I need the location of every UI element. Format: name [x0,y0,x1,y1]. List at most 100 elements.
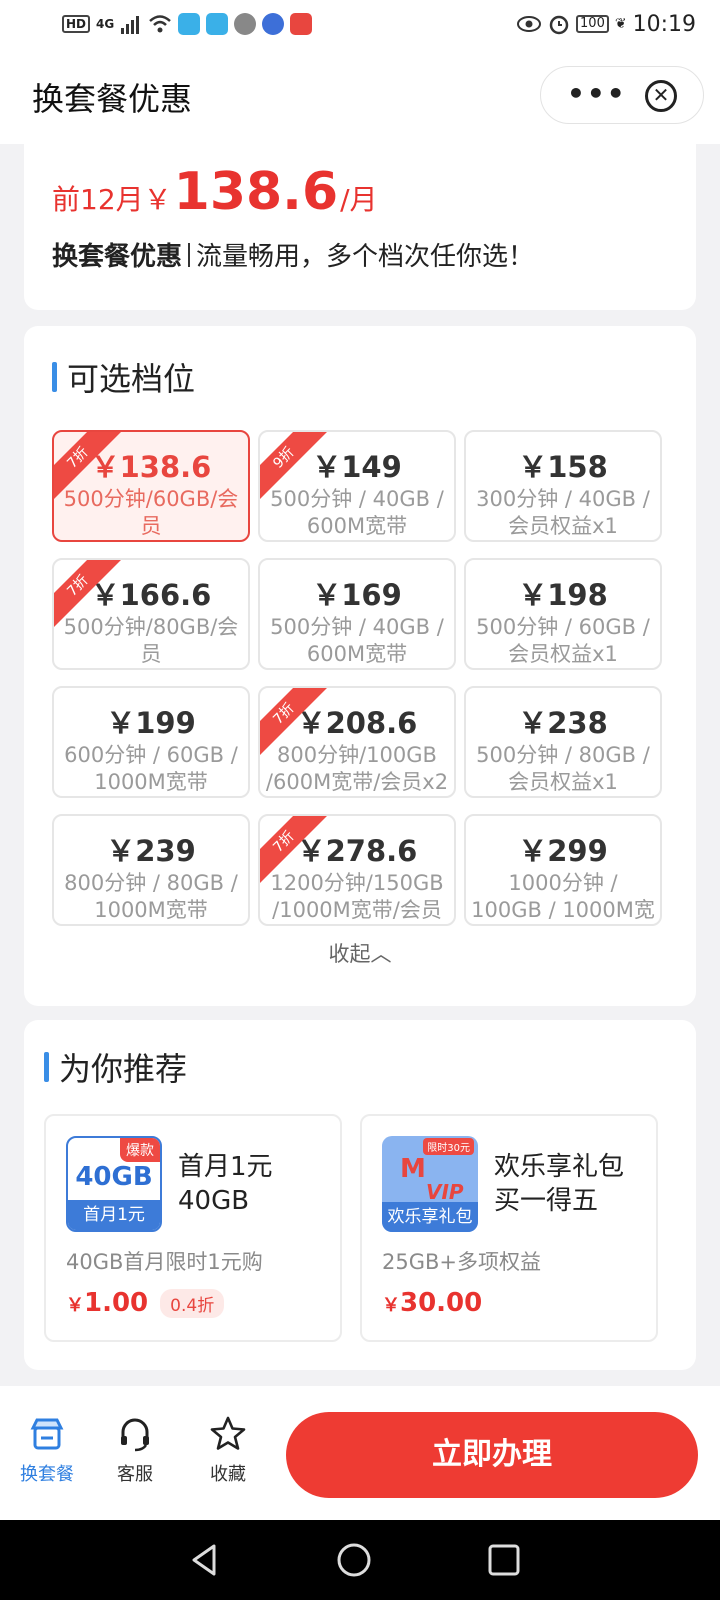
tier-description: 500分钟/80GB/会员 [63,615,239,666]
hot-badge: 爆款 [120,1138,160,1162]
product-image-vip: VIP [426,1180,464,1204]
product-name: 欢乐享礼包 买一得五 [494,1152,625,1216]
hero-desc-text: 流量畅用，多个档次任你选！ [196,242,535,272]
product-name: 首月1元 40GB [178,1152,273,1216]
leaf-icon: ❦ [614,16,627,32]
section-accent-bar [52,362,57,392]
currency-symbol: ￥ [66,1295,84,1316]
hero-card: 前12月￥ 138.6 /月 换套餐优惠 流量畅用，多个档次任你选！ [24,144,696,310]
hero-price-prefix: 前12月￥ [52,183,172,216]
headset-icon [121,1418,149,1452]
currency-symbol: ￥ [382,1295,400,1316]
clock: 10:19 [632,11,696,37]
home-icon[interactable] [334,1540,374,1580]
product-card[interactable]: 爆款 40GB 首月1元 首月1元 40GB 40GB首月限时1元购 ￥ 1.0… [44,1114,342,1342]
nav-item-favorite[interactable]: 收藏 [193,1414,263,1486]
network-type: 4G [96,17,115,31]
product-image-band: 欢乐享礼包 [382,1202,478,1232]
tier-option[interactable]: ￥199 600分钟 / 60GB / 1000M宽带 [52,686,250,798]
tier-description: 500分钟/60GB/会员 [63,487,239,538]
tier-price: ￥239 [106,834,196,868]
tier-options-card: 可选档位 ￥138.6 500分钟/60GB/会员 7折 ￥149 500分钟 / 40… [24,326,696,1006]
signal-icon [121,16,140,34]
product-image-text: 40GB [75,1162,153,1192]
product-card[interactable]: 限时30元 M VIP 欢乐享礼包 欢乐享礼包 买一得五 25GB+多项权益 ￥… [360,1114,658,1342]
section-title-text: 可选档位 [67,360,196,398]
status-bar: HD 4G 100 ❦ 10:19 [0,0,720,48]
hero-description: 换套餐优惠 流量畅用，多个档次任你选！ [52,236,534,273]
section-title-text: 为你推荐 [59,1050,188,1088]
product-price: ￥ 30.00 [382,1288,482,1318]
tier-description: 500分钟 / 60GB / 会员权益x1 [476,615,650,666]
apply-now-button[interactable]: 立即办理 [286,1412,698,1498]
tier-price: ￥158 [518,450,608,484]
red-packet-icon [290,13,313,35]
product-image: 爆款 40GB 首月1元 [66,1136,162,1232]
product-image-logo: M [400,1154,426,1184]
collapse-button[interactable]: 收起︿ [24,938,696,968]
tier-price: ￥169 [312,578,402,612]
battery-indicator: 100 [576,15,609,33]
wifi-icon [149,15,172,33]
tier-description: 500分钟 / 40GB / 600M宽带 [270,487,444,538]
tier-option[interactable]: ￥198 500分钟 / 60GB / 会员权益x1 [464,558,662,670]
more-dots-icon[interactable]: ••• [567,77,627,110]
tier-option[interactable]: ￥166.6 500分钟/80GB/会员 7折 [52,558,250,670]
price-value: 30.00 [400,1288,483,1318]
hd-indicator: HD [62,15,91,33]
tier-price: ￥199 [106,706,196,740]
app-notification-icon [206,13,229,35]
hero-desc-title: 换套餐优惠 [52,242,183,272]
tier-option[interactable]: ￥138.6 500分钟/60GB/会员 7折 [52,430,250,542]
back-icon[interactable] [184,1540,224,1580]
system-navigation-bar [0,1520,720,1600]
product-image: 限时30元 M VIP 欢乐享礼包 [382,1136,478,1232]
tier-price: ￥198 [518,578,608,612]
tier-description: 500分钟 / 80GB / 会员权益x1 [476,743,650,794]
title-bar: 换套餐优惠 ••• ✕ [0,48,720,144]
shop-icon [30,1418,64,1450]
recents-icon[interactable] [484,1540,524,1580]
close-circle-icon[interactable]: ✕ [645,80,677,112]
tier-option[interactable]: ￥2991000分钟 / 100GB / 1000M宽带 [464,814,662,926]
nav-item-service[interactable]: 客服 [100,1414,170,1486]
section-accent-bar [44,1052,49,1082]
product-subtitle: 40GB首月限时1元购 [66,1250,263,1274]
product-price: ￥ 1.00 0.4折 [66,1288,225,1318]
tier-option[interactable]: ￥169 500分钟 / 40GB / 600M宽带 [258,558,456,670]
tier-option[interactable]: ￥149 500分钟 / 40GB / 600M宽带 9折 [258,430,456,542]
product-image-band: 首月1元 [68,1200,160,1230]
hero-price: 前12月￥ 138.6 /月 [52,162,378,222]
product-subtitle: 25GB+多项权益 [382,1250,541,1274]
bottom-action-bar: 换套餐 客服 收藏 立即办理 [0,1386,720,1520]
nav-item-plan[interactable]: 换套餐 [12,1414,82,1486]
price-value: 1.00 [84,1288,149,1318]
section-title: 为你推荐 [44,1044,187,1090]
tier-option[interactable]: ￥208.6 800分钟/100GB /600M宽带/会员x2 7折 [258,686,456,798]
tier-description: 1000分钟 / 100GB / 1000M宽带 [471,871,655,922]
hero-price-suffix: /月 [340,183,378,216]
nav-label: 客服 [117,1464,153,1485]
divider [188,242,191,267]
nav-label: 收藏 [210,1464,246,1485]
tier-price: ￥238 [518,706,608,740]
tier-description: 800分钟/100GB /600M宽带/会员x2 [265,743,449,794]
tier-description: 300分钟 / 40GB / 会员权益x1 [476,487,650,538]
limited-badge: 限时30元 [423,1138,474,1155]
star-icon [210,1416,246,1450]
wechat-icon [234,13,257,35]
eye-icon [517,16,542,32]
tier-option[interactable]: ￥239 800分钟 / 80GB / 1000M宽带 [52,814,250,926]
tier-option[interactable]: ￥158 300分钟 / 40GB / 会员权益x1 [464,430,662,542]
alarm-icon [549,15,569,35]
tier-option[interactable]: ￥238 500分钟 / 80GB / 会员权益x1 [464,686,662,798]
tier-option[interactable]: ￥278.6 1200分钟/150GB /1000M宽带/会员 7折 [258,814,456,926]
hero-price-value: 138.6 [173,162,339,222]
app-notification-icon [178,13,201,35]
tier-description: 800分钟 / 80GB / 1000M宽带 [64,871,238,922]
nav-label: 换套餐 [20,1464,74,1485]
recommend-card: 为你推荐 爆款 40GB 首月1元 首月1元 40GB 40GB首月限时1元购 … [24,1020,696,1370]
tier-price: ￥299 [518,834,608,868]
music-icon [262,13,285,35]
miniprogram-capsule: ••• ✕ [540,66,704,124]
